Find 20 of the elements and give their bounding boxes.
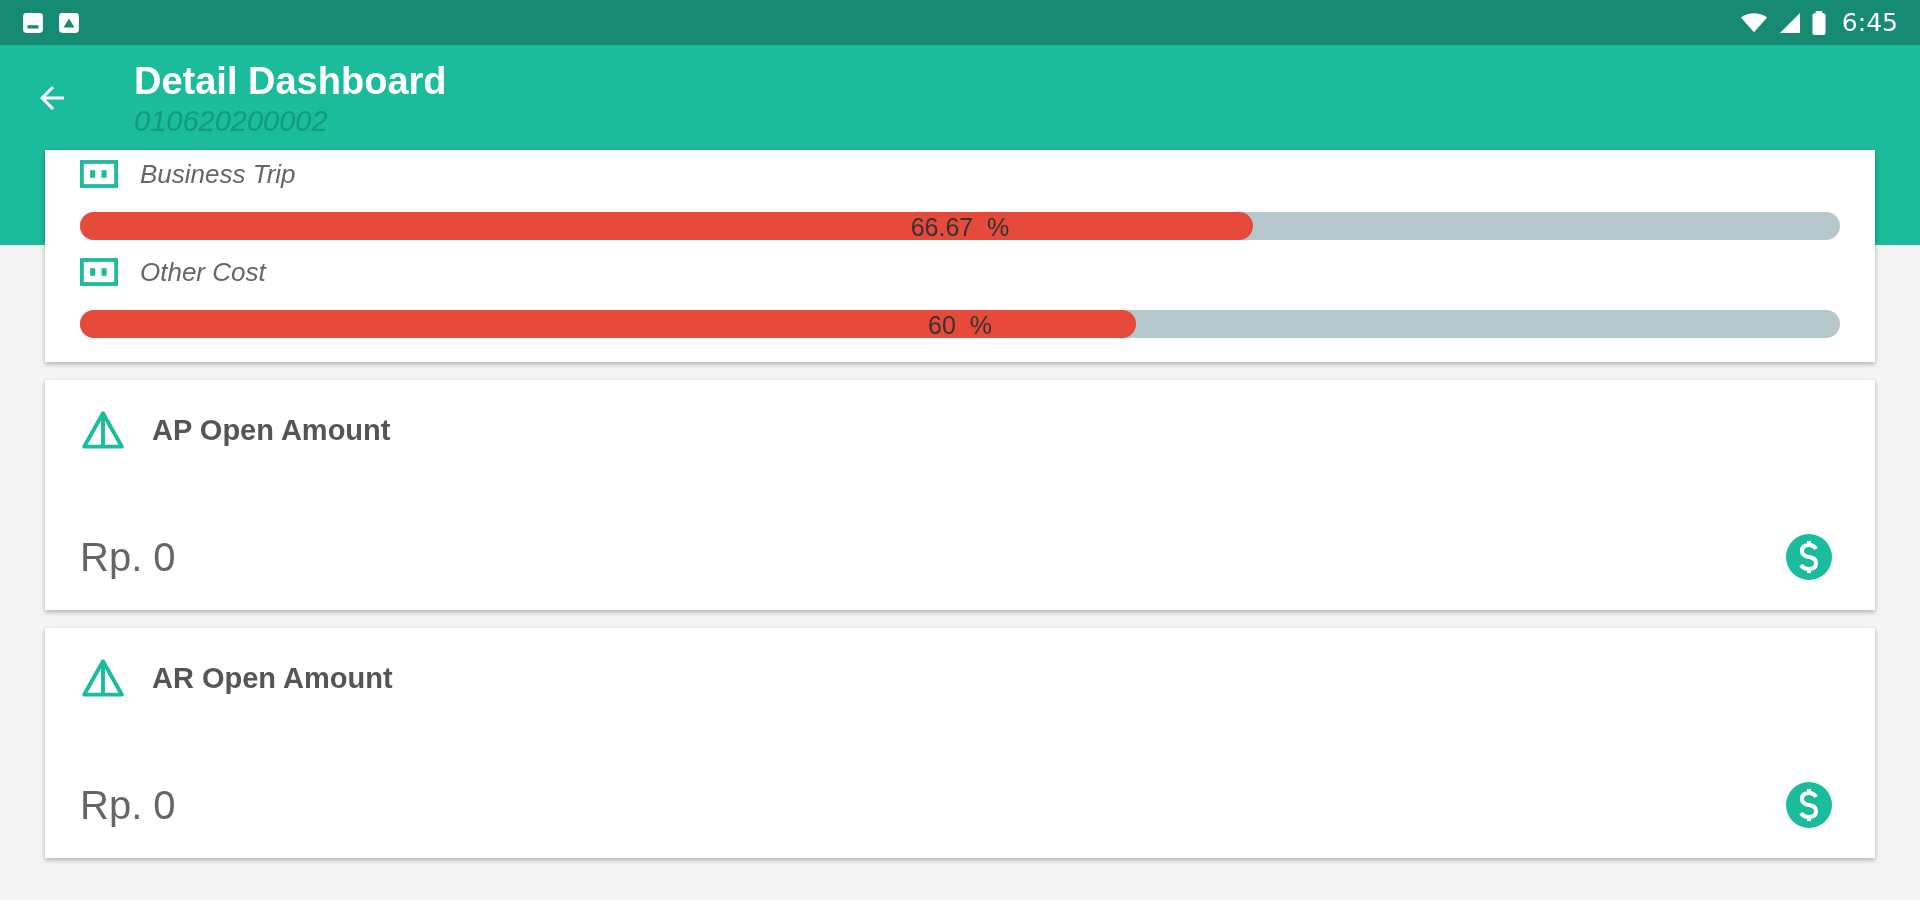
card-title: AR Open Amount [152,661,393,695]
dollar-icon [1786,534,1832,580]
budget-label: Business Trip [140,158,296,190]
budget-label: Other Cost [140,256,266,288]
warning-icon [80,410,126,450]
notification-icon [22,11,44,34]
warning-icon [80,658,126,698]
battery-icon [1811,10,1826,35]
amount-value: Rp. 0 [80,782,176,828]
progress-percent: 60 % [928,311,992,339]
notification-icon [58,11,80,34]
dollar-icon [1786,782,1832,828]
status-time: 6:45 [1841,8,1898,37]
card-title: AP Open Amount [152,413,391,447]
amount-value: Rp. 0 [80,534,176,580]
page-title: Detail Dashboard [134,58,447,104]
money-icon [80,258,118,286]
progress-percent: 66.67 % [910,213,1010,241]
money-icon [80,160,118,188]
wifi-icon [1739,11,1768,34]
